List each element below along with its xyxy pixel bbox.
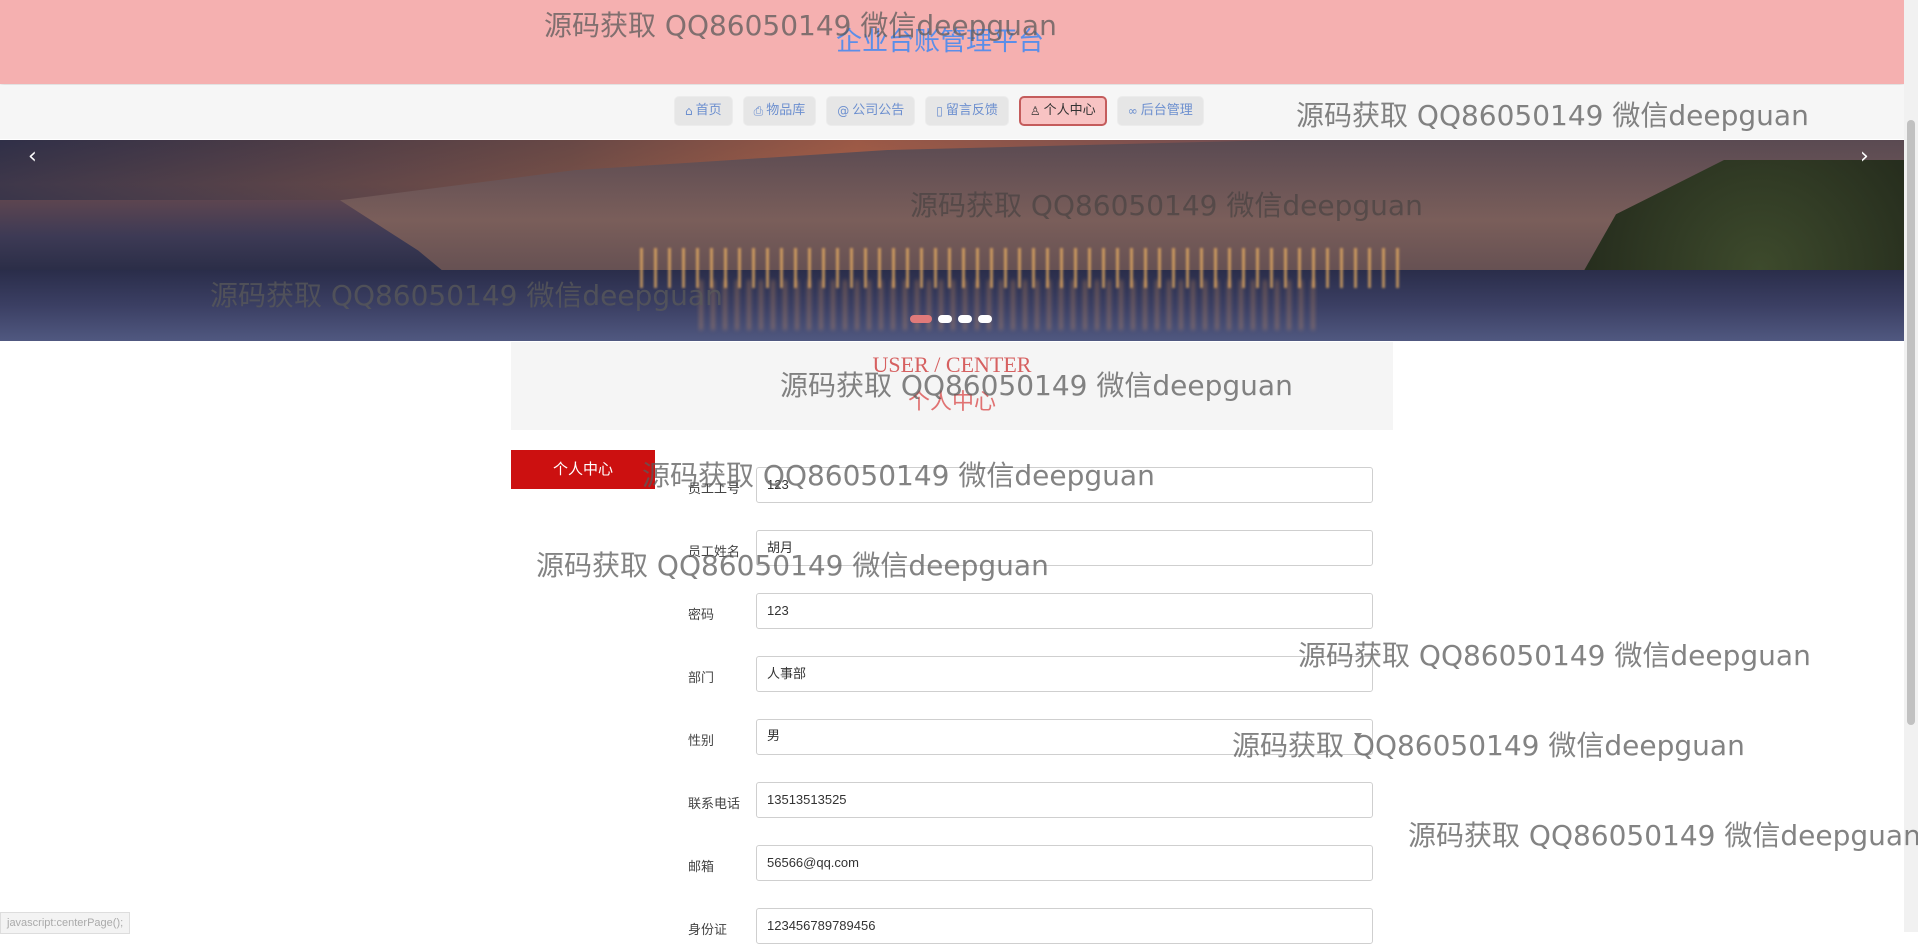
- carousel-next-button[interactable]: ›: [1860, 144, 1869, 169]
- section-header: USER / CENTER 个人中心: [511, 342, 1393, 430]
- at-icon: @: [837, 104, 850, 118]
- form-row-department: 部门 人事部: [688, 656, 1378, 694]
- field-label: 密码: [688, 608, 715, 623]
- banner-reflection: [700, 280, 1320, 330]
- banner-carousel: ‹ ›: [0, 140, 1904, 341]
- link-icon: ∞: [1127, 104, 1138, 118]
- scrollbar-thumb[interactable]: [1907, 120, 1915, 725]
- nav-item-items[interactable]: ⎙ 物品库: [742, 96, 817, 126]
- nav-item-label: 留言反馈: [945, 103, 998, 118]
- home-icon: ⌂: [685, 104, 693, 118]
- form-row-gender: 性别 男: [688, 719, 1378, 757]
- form-row-employee-name: 员工姓名 胡月: [688, 530, 1378, 568]
- phone-field[interactable]: 13513513525: [756, 782, 1373, 818]
- carousel-dot[interactable]: [910, 315, 932, 323]
- form-row-id-card: 身份证 123456789789456: [688, 908, 1378, 946]
- field-label: 性别: [688, 734, 715, 749]
- side-tab-user-center[interactable]: 个人中心: [511, 450, 655, 489]
- field-label: 联系电话: [688, 797, 741, 812]
- site-header: 企业台账管理平台: [0, 0, 1904, 84]
- nav-item-home[interactable]: ⌂ 首页: [674, 96, 733, 126]
- field-label: 部门: [688, 671, 715, 686]
- chevron-down-icon: [1354, 733, 1362, 738]
- nav-item-user-center[interactable]: ♙ 个人中心: [1018, 96, 1107, 126]
- watermark-text: 源码获取 QQ86050149 微信deepguan: [1408, 819, 1918, 852]
- field-label: 员工工号: [688, 482, 741, 497]
- id-card-field[interactable]: 123456789789456: [756, 908, 1373, 944]
- carousel-dot[interactable]: [958, 315, 972, 323]
- main-nav: ⌂ 首页 ⎙ 物品库 @ 公司公告 ▯ 留言反馈 ♙ 个人中心 ∞ 后台管理: [0, 85, 1904, 139]
- department-field[interactable]: 人事部: [756, 656, 1373, 692]
- site-title: 企业台账管理平台: [835, 27, 1044, 57]
- nav-item-label: 后台管理: [1140, 103, 1193, 118]
- gender-select-value: 男: [767, 729, 781, 744]
- nav-item-admin[interactable]: ∞ 后台管理: [1116, 96, 1204, 126]
- email-field[interactable]: 56566@qq.com: [756, 845, 1373, 881]
- nav-item-label: 个人中心: [1043, 103, 1096, 118]
- nav-item-label: 物品库: [766, 103, 806, 118]
- carousel-dot[interactable]: [978, 315, 992, 323]
- employee-name-field[interactable]: 胡月: [756, 530, 1373, 566]
- section-title-cn: 个人中心: [907, 390, 996, 415]
- user-icon: ♙: [1029, 104, 1041, 118]
- password-field[interactable]: 123: [756, 593, 1373, 629]
- nav-item-feedback[interactable]: ▯ 留言反馈: [925, 96, 1009, 126]
- form-row-employee-id: 员工工号 123: [688, 467, 1378, 505]
- nav-item-label: 首页: [695, 103, 722, 118]
- page-scrollbar[interactable]: [1904, 0, 1918, 932]
- form-row-password: 密码 123: [688, 593, 1378, 631]
- nav-item-announcements[interactable]: @ 公司公告: [826, 96, 916, 126]
- carousel-indicators: [910, 315, 992, 323]
- section-title-en: USER / CENTER: [872, 352, 1032, 377]
- field-label: 员工姓名: [688, 545, 741, 560]
- field-label: 身份证: [688, 923, 728, 938]
- carousel-prev-button[interactable]: ‹: [28, 144, 37, 169]
- field-label: 邮箱: [688, 860, 715, 875]
- print-icon: ⎙: [753, 104, 764, 118]
- carousel-dot[interactable]: [938, 315, 952, 323]
- form-row-phone: 联系电话 13513513525: [688, 782, 1378, 820]
- note-icon: ▯: [936, 104, 943, 118]
- browser-status-bar: javascript:centerPage();: [0, 912, 131, 934]
- gender-select[interactable]: 男: [756, 719, 1373, 755]
- nav-item-label: 公司公告: [852, 103, 905, 118]
- form-row-email: 邮箱 56566@qq.com: [688, 845, 1378, 883]
- employee-id-field[interactable]: 123: [756, 467, 1373, 503]
